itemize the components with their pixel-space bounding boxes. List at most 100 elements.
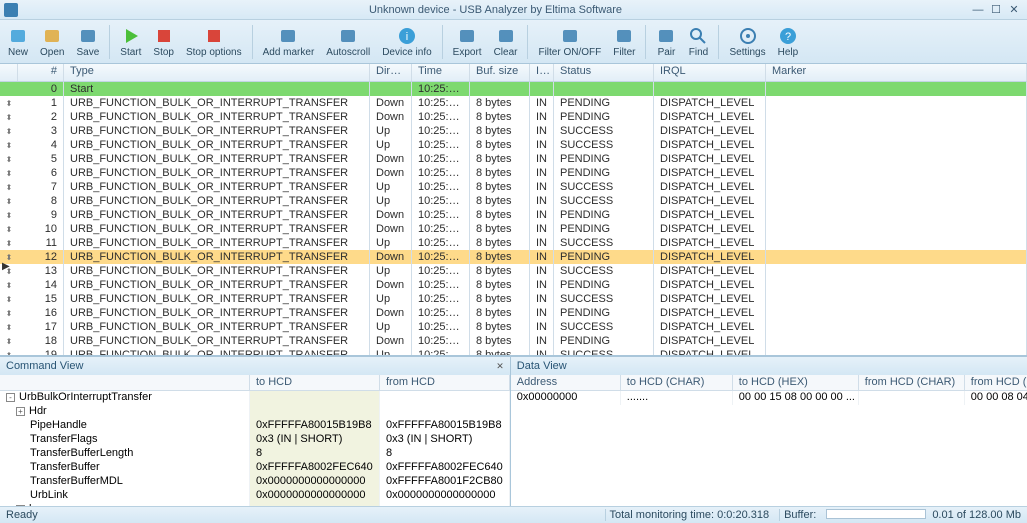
table-row[interactable]: ⬍19URB_FUNCTION_BULK_OR_INTERRUPT_TRANSF… xyxy=(0,348,1027,356)
start-button[interactable]: Start xyxy=(114,22,147,62)
pair-button[interactable]: Pair xyxy=(650,22,682,62)
clear-icon xyxy=(496,26,516,46)
open-button[interactable]: Open xyxy=(34,22,70,62)
command-row[interactable]: UrbLink0x00000000000000000x0000000000000… xyxy=(0,489,510,503)
help-button[interactable]: ?Help xyxy=(772,22,805,62)
col-bufsize[interactable]: Buf. size xyxy=(470,64,530,81)
data-row[interactable]: 0x00000000.......00 00 15 08 00 00 00 ..… xyxy=(511,391,1027,405)
grid-header[interactable]: # Type Direction Time Buf. size I/O Stat… xyxy=(0,64,1027,82)
toolbar-separator xyxy=(442,25,443,59)
command-view-header: to HCD from HCD xyxy=(0,375,510,391)
command-row[interactable]: TransferBufferMDL0x00000000000000000xFFF… xyxy=(0,475,510,489)
table-row[interactable]: ⬍1URB_FUNCTION_BULK_OR_INTERRUPT_TRANSFE… xyxy=(0,96,1027,110)
command-row[interactable]: +hca xyxy=(0,503,510,506)
new-button[interactable]: New xyxy=(2,22,34,62)
table-row[interactable]: ⬍15URB_FUNCTION_BULK_OR_INTERRUPT_TRANSF… xyxy=(0,292,1027,306)
col-irql[interactable]: IRQL xyxy=(654,64,766,81)
filter-on-off-button[interactable]: Filter ON/OFF xyxy=(532,22,607,62)
add-marker-button[interactable]: Add marker xyxy=(257,22,321,62)
table-row[interactable]: ⬍8URB_FUNCTION_BULK_OR_INTERRUPT_TRANSFE… xyxy=(0,194,1027,208)
minimize-button[interactable]: — xyxy=(969,2,987,18)
autoscroll-icon xyxy=(338,26,358,46)
row-icon: ⬍ xyxy=(0,110,18,124)
toolbar-separator xyxy=(718,25,719,59)
row-icon: ⬍ xyxy=(0,348,18,356)
stop-icon xyxy=(154,26,174,46)
status-buffer-label: Buffer: xyxy=(779,509,820,521)
filter-icon xyxy=(614,26,634,46)
device-info-button[interactable]: iDevice info xyxy=(376,22,437,62)
table-row[interactable]: ⬍18URB_FUNCTION_BULK_OR_INTERRUPT_TRANSF… xyxy=(0,334,1027,348)
maximize-button[interactable]: ☐ xyxy=(987,2,1005,18)
table-row[interactable]: ⬍10URB_FUNCTION_BULK_OR_INTERRUPT_TRANSF… xyxy=(0,222,1027,236)
table-row[interactable]: ⬍16URB_FUNCTION_BULK_OR_INTERRUPT_TRANSF… xyxy=(0,306,1027,320)
stop-options-button[interactable]: Stop options xyxy=(180,22,248,62)
status-buffer-text: 0.01 of 128.00 Mb xyxy=(932,509,1021,521)
close-button[interactable]: ✕ xyxy=(1005,2,1023,18)
tree-toggle-icon[interactable]: + xyxy=(16,407,25,416)
row-icon: ⬍ xyxy=(0,278,18,292)
row-icon: ⬍ xyxy=(0,236,18,250)
main-toolbar: NewOpenSave StartStopStop optionsAdd mark… xyxy=(0,20,1027,64)
table-row[interactable]: ⬍17URB_FUNCTION_BULK_OR_INTERRUPT_TRANSF… xyxy=(0,320,1027,334)
table-row[interactable]: ⬍12URB_FUNCTION_BULK_OR_INTERRUPT_TRANSF… xyxy=(0,250,1027,264)
toolbar-separator xyxy=(252,25,253,59)
play-icon xyxy=(121,26,141,46)
table-row[interactable]: ⬍2URB_FUNCTION_BULK_OR_INTERRUPT_TRANSFE… xyxy=(0,110,1027,124)
command-view-close-icon[interactable]: ✕ xyxy=(496,361,504,372)
stop-options-icon xyxy=(204,26,224,46)
autoscroll-button[interactable]: Autoscroll xyxy=(320,22,376,62)
col-type[interactable]: Type xyxy=(64,64,370,81)
open-icon xyxy=(42,26,62,46)
table-row[interactable]: ⬍7URB_FUNCTION_BULK_OR_INTERRUPT_TRANSFE… xyxy=(0,180,1027,194)
command-row[interactable]: TransferBufferLength88 xyxy=(0,447,510,461)
col-direction[interactable]: Direction xyxy=(370,64,412,81)
table-row[interactable]: ⬍4URB_FUNCTION_BULK_OR_INTERRUPT_TRANSFE… xyxy=(0,138,1027,152)
table-row[interactable]: ⬍11URB_FUNCTION_BULK_OR_INTERRUPT_TRANSF… xyxy=(0,236,1027,250)
command-row[interactable]: -UrbBulkOrInterruptTransfer xyxy=(0,391,510,405)
table-row[interactable]: ⬍13URB_FUNCTION_BULK_OR_INTERRUPT_TRANSF… xyxy=(0,264,1027,278)
row-icon: ⬍ xyxy=(0,124,18,138)
row-icon: ⬍ xyxy=(0,166,18,180)
row-icon: ⬍ xyxy=(0,194,18,208)
filter-button[interactable]: Filter xyxy=(607,22,641,62)
command-row[interactable]: TransferFlags0x3 (IN | SHORT)0x3 (IN | S… xyxy=(0,433,510,447)
stop-button[interactable]: Stop xyxy=(147,22,180,62)
col-marker[interactable]: Marker xyxy=(766,64,1027,81)
statusbar: Ready Total monitoring time: 0:0:20.318 … xyxy=(0,506,1027,523)
status-monitoring-time: Total monitoring time: 0:0:20.318 xyxy=(605,509,774,521)
command-view-body[interactable]: -UrbBulkOrInterruptTransfer+HdrPipeHandl… xyxy=(0,391,510,506)
command-row[interactable]: +Hdr xyxy=(0,405,510,419)
table-row[interactable]: 0Start10:25:45.670 xyxy=(0,82,1027,96)
row-icon: ⬍ xyxy=(0,320,18,334)
col-time[interactable]: Time xyxy=(412,64,470,81)
table-row[interactable]: ⬍5URB_FUNCTION_BULK_OR_INTERRUPT_TRANSFE… xyxy=(0,152,1027,166)
command-row[interactable]: PipeHandle0xFFFFFA80015B19B80xFFFFFA8001… xyxy=(0,419,510,433)
command-row[interactable]: TransferBuffer0xFFFFFA8002FEC6400xFFFFFA… xyxy=(0,461,510,475)
row-icon xyxy=(0,82,18,96)
filter-on-icon xyxy=(560,26,580,46)
settings-button[interactable]: Settings xyxy=(723,22,771,62)
grid-body[interactable]: 0Start10:25:45.670⬍1URB_FUNCTION_BULK_OR… xyxy=(0,82,1027,356)
app-icon xyxy=(4,3,18,17)
find-button[interactable]: Find xyxy=(682,22,714,62)
col-num[interactable]: # xyxy=(18,64,64,81)
col-status[interactable]: Status xyxy=(554,64,654,81)
buffer-progress xyxy=(826,509,926,519)
table-row[interactable]: ⬍9URB_FUNCTION_BULK_OR_INTERRUPT_TRANSFE… xyxy=(0,208,1027,222)
save-button[interactable]: Save xyxy=(70,22,105,62)
tree-toggle-icon[interactable]: - xyxy=(6,393,15,402)
export-icon xyxy=(457,26,477,46)
data-view-body[interactable]: 0x00000000.......00 00 15 08 00 00 00 ..… xyxy=(511,391,1027,506)
table-row[interactable]: ⬍14URB_FUNCTION_BULK_OR_INTERRUPT_TRANSF… xyxy=(0,278,1027,292)
export-button[interactable]: Export xyxy=(447,22,488,62)
table-row[interactable]: ⬍3URB_FUNCTION_BULK_OR_INTERRUPT_TRANSFE… xyxy=(0,124,1027,138)
tree-toggle-icon[interactable]: + xyxy=(16,505,25,506)
clear-button[interactable]: Clear xyxy=(488,22,524,62)
table-row[interactable]: ⬍6URB_FUNCTION_BULK_OR_INTERRUPT_TRANSFE… xyxy=(0,166,1027,180)
command-view-pane: Command View ✕ to HCD from HCD -UrbBulkO… xyxy=(0,356,511,506)
col-io[interactable]: I/O xyxy=(530,64,554,81)
toolbar-separator xyxy=(109,25,110,59)
settings-icon xyxy=(738,26,758,46)
row-icon: ⬍ xyxy=(0,292,18,306)
